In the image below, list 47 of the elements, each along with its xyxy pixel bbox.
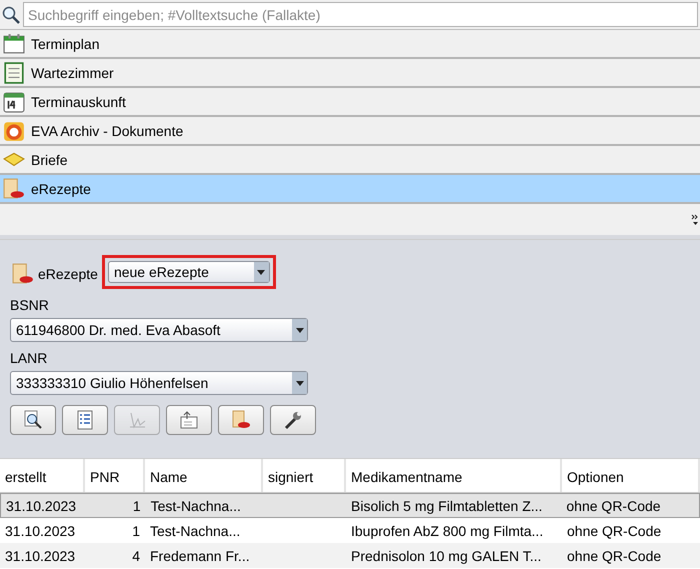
prescription-icon — [12, 263, 34, 285]
lanr-dropdown[interactable]: 333333310 Giulio Höhenfelsen — [10, 371, 308, 395]
search-icon — [1, 4, 21, 24]
prescription-icon — [231, 410, 251, 430]
panel-title: eRezepte — [38, 266, 98, 282]
search-field[interactable]: Suchbegriff eingeben; #Volltextsuche (Fallakte) — [23, 2, 698, 27]
filter-dropdown[interactable]: neue eRezepte — [108, 261, 270, 283]
toolbar-button[interactable] — [270, 405, 316, 435]
toolbar-button[interactable] — [218, 405, 264, 435]
table-row[interactable]: 31.10.2023 4 Fredemann Fr... Prednisolon 10 mg GALEN T... ohne QR-Code — [0, 543, 700, 568]
list-icon — [75, 410, 95, 430]
table-cell: Ibuprofen AbZ 800 mg Filmta... — [351, 522, 544, 538]
table-row[interactable]: 31.10.2023 1 Test-Nachna... Bisolich 5 mg Filmtabletten Z... ohne QR-Code — [0, 493, 700, 518]
calendar-icon — [3, 32, 25, 54]
table-cell: 4 — [132, 548, 140, 564]
signature-icon — [127, 410, 147, 430]
nav-item[interactable]: eRezepte — [0, 175, 700, 204]
checklist-icon — [3, 62, 25, 84]
nav-item[interactable]: Briefe — [0, 146, 700, 175]
table-cell: Test-Nachna... — [150, 522, 240, 538]
wrench-icon — [283, 410, 303, 430]
table-cell: Bisolich 5 mg Filmtabletten Z... — [351, 498, 542, 514]
archive-icon — [3, 120, 25, 142]
table-cell: Fredemann Fr... — [150, 548, 250, 564]
bsnr-label: BSNR — [10, 297, 49, 313]
table-cell: ohne QR-Code — [567, 522, 662, 538]
nav-item[interactable]: EVA Archiv - Dokumente — [0, 117, 700, 146]
toolbar-button[interactable] — [10, 405, 56, 435]
table-cell: 31.10.2023 — [5, 522, 76, 538]
search-icon — [23, 410, 43, 430]
date-calendar-icon — [3, 90, 25, 112]
table-cell: 31.10.2023 — [5, 548, 76, 564]
bsnr-dropdown[interactable]: 611946800 Dr. med. Eva Abasoft — [10, 318, 308, 342]
table-cell: Prednisolon 10 mg GALEN T... — [351, 548, 542, 564]
envelope-upload-icon — [179, 410, 199, 430]
table-cell: 1 — [132, 498, 141, 514]
nav-item[interactable]: Wartezimmer — [0, 59, 700, 88]
lanr-label: LANR — [10, 350, 48, 366]
table-cell: 1 — [132, 522, 140, 538]
table-cell: 31.10.2023 — [6, 498, 76, 514]
prescription-icon — [3, 178, 25, 200]
table-cell: Test-Nachna... — [150, 498, 241, 514]
overflow-chevron-icon[interactable] — [691, 214, 699, 226]
nav-item[interactable]: Terminplan — [0, 30, 700, 59]
table-cell: ohne QR-Code — [566, 498, 661, 514]
table-cell: ohne QR-Code — [567, 548, 662, 564]
nav-item[interactable]: Terminauskunft — [0, 88, 700, 117]
